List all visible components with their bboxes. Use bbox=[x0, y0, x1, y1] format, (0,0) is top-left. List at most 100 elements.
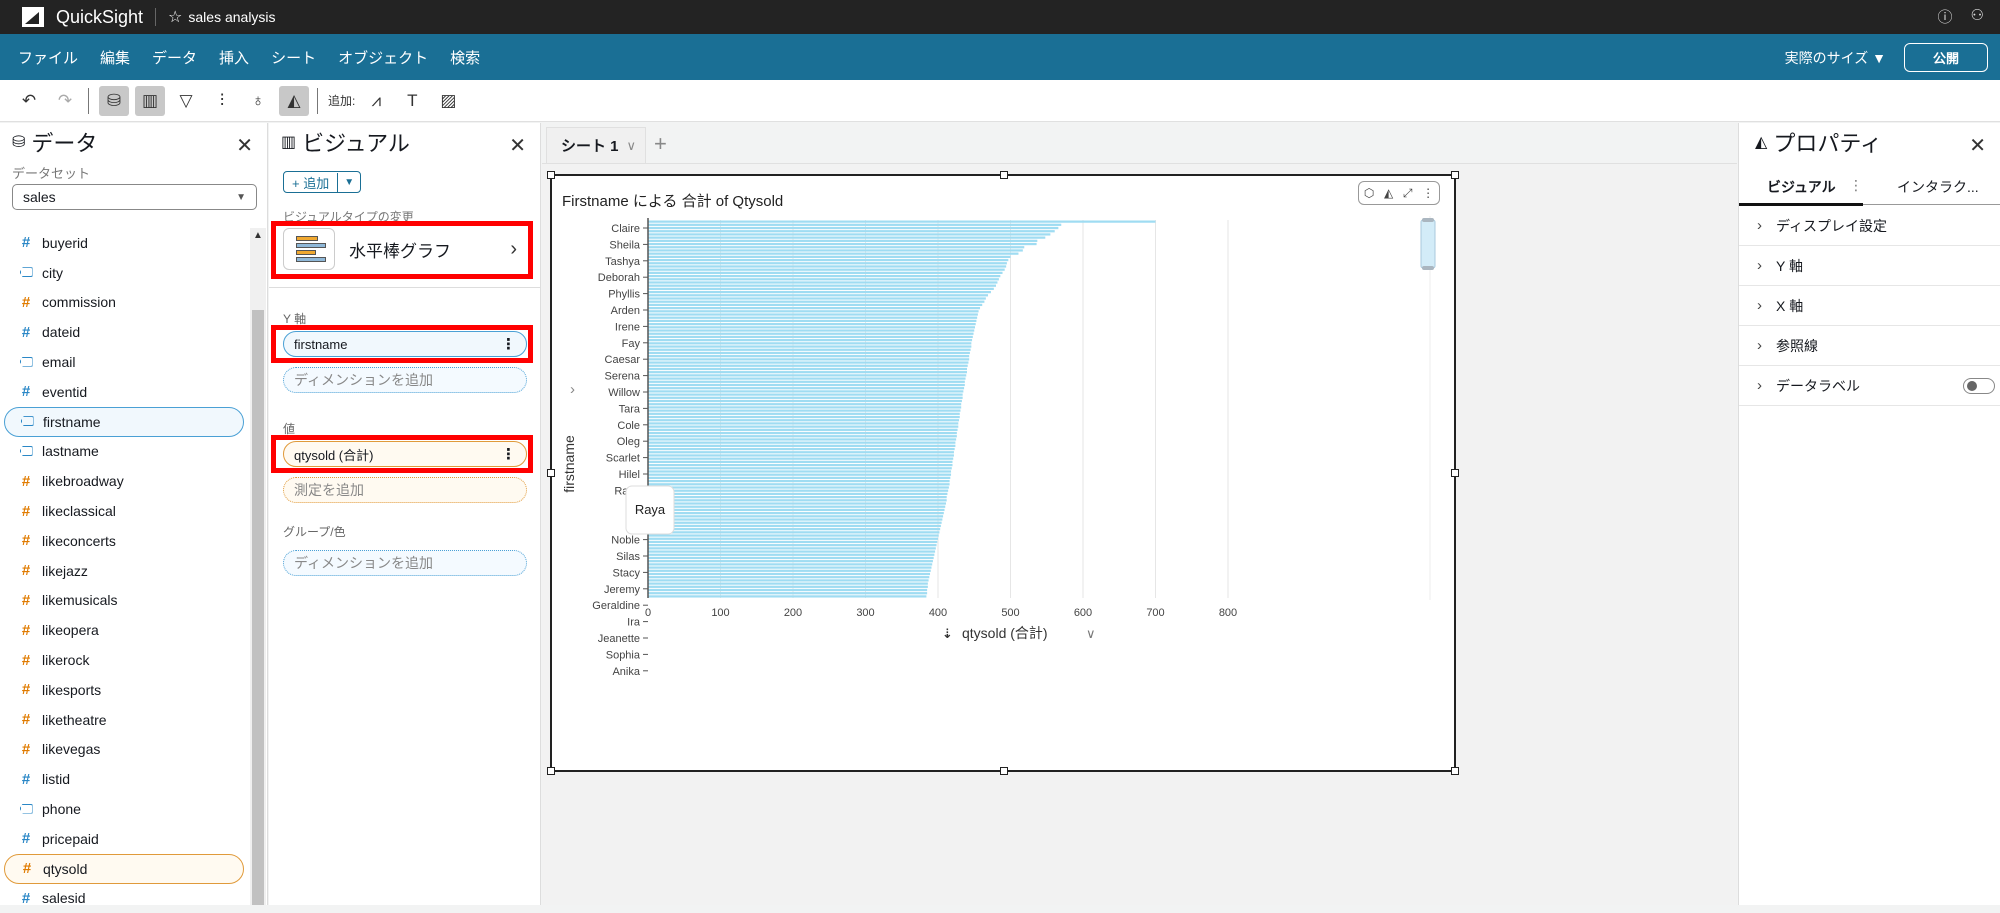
bar-chart-visual[interactable]: Firstname による 合計 of Qtysold ⬡ ◭ ⤢ ⋮ 0 100… bbox=[547, 171, 1459, 775]
bar[interactable] bbox=[648, 428, 958, 431]
bar[interactable] bbox=[648, 351, 970, 355]
menu-sheet[interactable]: シート bbox=[271, 47, 316, 68]
more-options-icon[interactable]: ⋮ bbox=[501, 335, 516, 353]
bar[interactable] bbox=[648, 409, 961, 412]
bar[interactable] bbox=[648, 393, 963, 396]
bar[interactable] bbox=[648, 467, 952, 470]
bar[interactable] bbox=[648, 438, 957, 441]
bar[interactable] bbox=[648, 515, 944, 518]
menu-insert[interactable]: 挿入 bbox=[219, 47, 249, 68]
field-item-likesports[interactable]: # likesports bbox=[4, 675, 244, 705]
menu-file[interactable]: ファイル bbox=[18, 47, 78, 68]
add-text-icon[interactable]: T bbox=[397, 86, 427, 116]
add-image-icon[interactable]: ▨ bbox=[433, 86, 463, 116]
bar[interactable] bbox=[648, 588, 928, 592]
tab-interactions[interactable]: インタラク... bbox=[1897, 177, 1979, 197]
bar[interactable] bbox=[648, 528, 941, 531]
field-item-listid[interactable]: # listid bbox=[4, 764, 244, 794]
bar[interactable] bbox=[648, 374, 967, 377]
bar[interactable] bbox=[648, 544, 937, 547]
bar[interactable] bbox=[648, 332, 974, 335]
tab-visual[interactable]: ビジュアル bbox=[1767, 177, 1836, 197]
bar[interactable] bbox=[648, 348, 971, 351]
add-group-dimension-well[interactable]: ディメンションを追加 bbox=[283, 550, 527, 576]
field-item-email[interactable]: email bbox=[4, 347, 244, 377]
bar[interactable] bbox=[648, 226, 1059, 230]
field-item-likeconcerts[interactable]: # likeconcerts bbox=[4, 526, 244, 556]
bar[interactable] bbox=[648, 300, 985, 303]
bar[interactable] bbox=[648, 572, 931, 576]
bar[interactable] bbox=[648, 249, 1023, 252]
bar[interactable] bbox=[648, 252, 1019, 255]
close-icon[interactable]: ✕ bbox=[509, 133, 526, 158]
prop-data-labels[interactable]: › データラベル bbox=[1739, 366, 2000, 406]
menu-edit[interactable]: 編集 bbox=[100, 47, 130, 68]
undo-icon[interactable]: ↶ bbox=[14, 86, 44, 116]
chart-scroll-range[interactable] bbox=[1420, 219, 1436, 269]
bar[interactable] bbox=[648, 435, 957, 438]
bar[interactable] bbox=[648, 476, 951, 480]
tab-options-icon[interactable]: ⋮ bbox=[1849, 177, 1863, 194]
field-item-likeclassical[interactable]: # likeclassical bbox=[4, 496, 244, 526]
bar[interactable] bbox=[648, 403, 962, 406]
bar[interactable] bbox=[648, 512, 944, 515]
bar[interactable] bbox=[648, 274, 1001, 278]
bar[interactable] bbox=[648, 576, 930, 579]
bar[interactable] bbox=[648, 444, 956, 447]
bar[interactable] bbox=[648, 582, 928, 585]
bar[interactable] bbox=[648, 367, 967, 371]
prop-x-axis[interactable]: › X 軸 bbox=[1739, 286, 2000, 326]
field-item-pricepaid[interactable]: # pricepaid bbox=[4, 824, 244, 854]
bar[interactable] bbox=[648, 329, 975, 332]
bar[interactable] bbox=[648, 479, 950, 483]
bar[interactable] bbox=[648, 470, 952, 473]
database-icon[interactable]: ⛁ bbox=[99, 85, 129, 116]
bar[interactable] bbox=[648, 460, 953, 463]
bar[interactable] bbox=[648, 233, 1051, 236]
field-item-dateid[interactable]: # dateid bbox=[4, 317, 244, 347]
bar[interactable] bbox=[648, 323, 976, 326]
insights-lightbulb-icon[interactable]: ♁ bbox=[243, 86, 273, 116]
properties-icon[interactable]: ◭ bbox=[279, 85, 309, 116]
bar[interactable] bbox=[648, 326, 975, 329]
dataset-select[interactable]: sales ▼ bbox=[12, 184, 257, 210]
visual-type-selector[interactable]: 水平棒グラフ › bbox=[279, 223, 527, 275]
scroll-handle-top[interactable] bbox=[1422, 218, 1434, 222]
prop-reference-lines[interactable]: › 参照線 bbox=[1739, 326, 2000, 366]
sort-descending-icon[interactable]: ⇣ bbox=[942, 626, 953, 641]
caret-down-icon[interactable]: ▼ bbox=[338, 177, 360, 188]
filter-icon[interactable]: ▽ bbox=[171, 86, 201, 116]
chevron-down-icon[interactable]: ∨ bbox=[1086, 626, 1096, 641]
bar[interactable] bbox=[648, 262, 1007, 265]
brand-name[interactable]: QuickSight bbox=[56, 7, 143, 28]
x-axis-title[interactable]: qtysold (合計) bbox=[962, 625, 1048, 641]
bar[interactable] bbox=[648, 390, 964, 393]
field-item-likejazz[interactable]: # likejazz bbox=[4, 556, 244, 586]
bar[interactable] bbox=[648, 569, 931, 572]
field-item-likebroadway[interactable]: # likebroadway bbox=[4, 466, 244, 496]
bar[interactable] bbox=[648, 306, 981, 310]
bar[interactable] bbox=[648, 547, 936, 550]
view-size-dropdown[interactable]: 実際のサイズ ▼ bbox=[1785, 48, 1886, 68]
bar[interactable] bbox=[648, 502, 946, 505]
more-options-icon[interactable]: ⋮ bbox=[501, 445, 516, 463]
field-item-eventid[interactable]: # eventid bbox=[4, 377, 244, 407]
bar[interactable] bbox=[648, 553, 935, 556]
scrollbar-thumb[interactable] bbox=[252, 310, 264, 905]
help-icon[interactable]: ⓘ bbox=[1938, 6, 1953, 27]
bar[interactable] bbox=[648, 364, 968, 367]
bar[interactable] bbox=[648, 540, 938, 544]
bar[interactable] bbox=[648, 495, 947, 499]
prop-y-axis[interactable]: › Y 軸 bbox=[1739, 246, 2000, 286]
menu-data[interactable]: データ bbox=[152, 47, 197, 68]
bar[interactable] bbox=[648, 473, 952, 476]
bar[interactable] bbox=[648, 419, 960, 422]
bar[interactable] bbox=[648, 380, 965, 383]
bar[interactable] bbox=[648, 486, 949, 489]
field-item-phone[interactable]: phone bbox=[4, 794, 244, 824]
bar[interactable] bbox=[648, 406, 962, 409]
bar[interactable] bbox=[648, 242, 1037, 246]
bar[interactable] bbox=[648, 412, 960, 415]
field-item-likevegas[interactable]: # likevegas bbox=[4, 735, 244, 765]
bar[interactable] bbox=[648, 508, 945, 512]
